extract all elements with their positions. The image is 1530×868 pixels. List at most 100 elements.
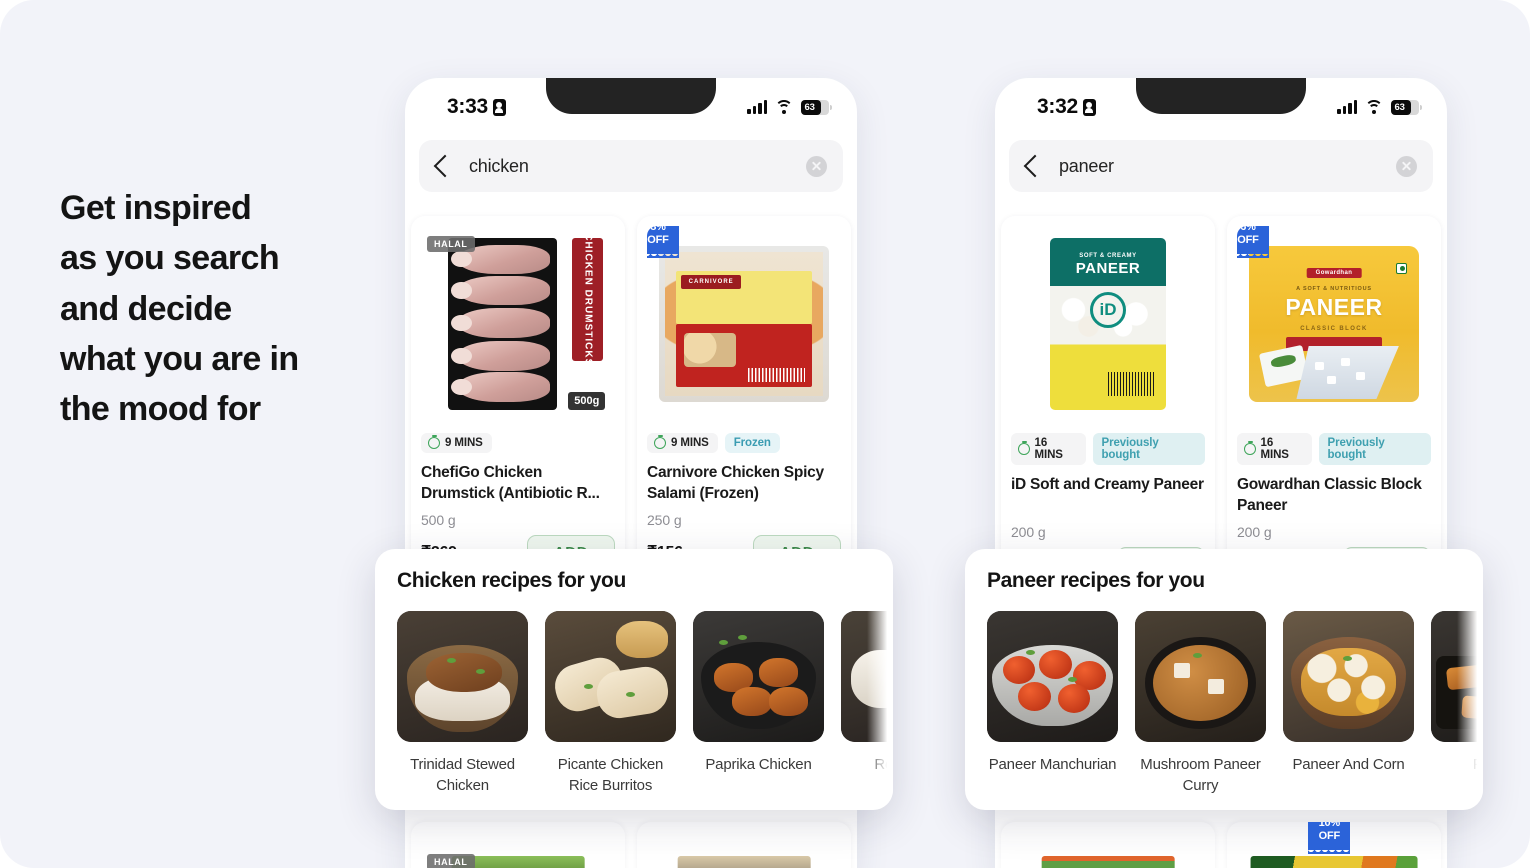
recipe-card[interactable]: Paprika Chicken <box>693 611 824 797</box>
discount-badge: 8% OFF <box>647 226 679 258</box>
veg-mark-icon <box>1396 262 1408 274</box>
product-card[interactable]: 10% OFF <box>1227 822 1441 868</box>
recipe-thumbnail <box>1135 611 1266 742</box>
product-card[interactable]: 8% OFF CARNIVORE 9 MINS Frozen Carnivore… <box>637 216 851 577</box>
recipe-name: Paprika Chicken <box>705 756 812 773</box>
status-time: 3:33 <box>447 95 488 118</box>
recipe-name: Red C Cu <box>874 756 893 773</box>
cellular-signal-icon <box>1337 100 1357 114</box>
delivery-time-label: 9 MINS <box>671 437 709 449</box>
timer-icon <box>1244 440 1256 455</box>
back-chevron-icon[interactable] <box>433 154 457 178</box>
pack-label: CARNIVORE <box>681 274 742 289</box>
status-clock-group: 3:33 <box>447 95 506 119</box>
product-card[interactable]: SOFT & CREAMY PANEER iD 16 MINS Previous… <box>1001 216 1215 589</box>
battery-percent: 63 <box>804 101 815 113</box>
product-image: 8% OFF CARNIVORE <box>647 226 841 422</box>
product-title: Carnivore Chicken Spicy Salami (Frozen) <box>647 464 824 502</box>
recipe-carousel[interactable]: Paneer Manchurian Mushroom Paneer Curry … <box>987 611 1483 797</box>
recipe-suggestions-panel-paneer: Paneer recipes for you Paneer Manchurian… <box>965 549 1483 810</box>
product-card[interactable] <box>637 822 851 868</box>
status-indicators: 63 <box>747 99 832 115</box>
recipe-card[interactable]: Mushroom Paneer Curry <box>1135 611 1266 797</box>
product-grid-next-row: 10% OFF <box>1001 822 1441 868</box>
product-title: Gowardhan Classic Block Paneer <box>1237 476 1422 514</box>
recipe-carousel[interactable]: Trinidad Stewed Chicken Picante Chicken … <box>397 611 893 797</box>
timer-icon <box>428 434 440 449</box>
recipe-card[interactable]: Picante Chicken Rice Burritos <box>545 611 676 797</box>
search-bar-wrap: chicken <box>405 140 857 192</box>
search-input[interactable]: chicken <box>469 156 792 177</box>
recipe-card[interactable]: Red C Cu <box>841 611 893 797</box>
product-card[interactable]: HALAL CHICKEN DRUMSTICKS 500g 9 MINS Che… <box>411 216 625 577</box>
product-tag: Frozen <box>724 433 780 453</box>
discount-badge: 6% OFF <box>1237 226 1269 258</box>
recipe-card[interactable]: Trinidad Stewed Chicken <box>397 611 528 797</box>
clear-circle-icon[interactable] <box>1396 155 1417 177</box>
timer-icon <box>1018 440 1030 455</box>
product-image: 6% OFF Gowardhan A SOFT & NUTRITIOUS PANE… <box>1237 226 1431 422</box>
recipe-thumbnail <box>545 611 676 742</box>
product-tag: Previously bought <box>1092 433 1205 465</box>
back-chevron-icon[interactable] <box>1023 154 1047 178</box>
headline-line-4: what you are in <box>60 339 299 378</box>
status-bar: 3:33 63 <box>405 78 857 136</box>
product-badges: 16 MINS Previously bought <box>1011 433 1205 465</box>
recipe-suggestions-panel-chicken: Chicken recipes for you Trinidad Stewed … <box>375 549 893 810</box>
recipe-thumbnail <box>693 611 824 742</box>
recipe-panel-title: Chicken recipes for you <box>397 569 626 592</box>
page-headline: Get inspired as you search and decide wh… <box>60 183 390 435</box>
wifi-icon <box>1365 100 1383 114</box>
delivery-time-badge: 9 MINS <box>647 433 718 453</box>
headline-line-1: Get inspired <box>60 189 252 227</box>
recipe-card[interactable]: Paneer Manchurian <box>987 611 1118 797</box>
product-quantity: 500 g <box>421 512 456 528</box>
recipe-name: Picante Chicken Rice Burritos <box>557 756 664 795</box>
status-clock-group: 3:32 <box>1037 95 1096 119</box>
wifi-icon <box>775 100 793 114</box>
product-card[interactable]: HALAL <box>411 822 625 868</box>
delivery-time-badge: 16 MINS <box>1011 433 1086 465</box>
recipe-name: Paneer And Corn <box>1292 756 1405 773</box>
product-image: HALAL CHICKEN DRUMSTICKS 500g <box>421 226 615 422</box>
battery-icon: 63 <box>1391 99 1422 115</box>
product-image <box>677 856 811 868</box>
status-bar: 3:32 63 <box>995 78 1447 136</box>
search-bar[interactable]: paneer <box>1009 140 1433 192</box>
product-tag: Previously bought <box>1318 433 1431 465</box>
recipe-name: Trinidad Stewed Chicken <box>410 756 515 795</box>
recipe-card[interactable]: Paneer And Corn <box>1283 611 1414 797</box>
promo-canvas: Get inspired as you search and decide wh… <box>0 0 1530 868</box>
recipe-thumbnail <box>841 611 893 742</box>
product-image <box>1041 856 1175 868</box>
delivery-time-label: 16 MINS <box>1034 437 1063 461</box>
id-paneer-pack-art: SOFT & CREAMY PANEER iD <box>1011 226 1205 422</box>
product-title: iD Soft and Creamy Paneer <box>1011 476 1204 493</box>
halal-badge: HALAL <box>427 854 475 868</box>
product-badges: 9 MINS Frozen <box>647 433 841 453</box>
timer-icon <box>654 434 666 449</box>
battery-percent: 63 <box>1394 101 1405 113</box>
product-image: SOFT & CREAMY PANEER iD <box>1011 226 1205 422</box>
recipe-thumbnail <box>1431 611 1483 742</box>
headline-line-5: the mood for <box>60 390 261 429</box>
recipe-card[interactable]: Paneer <box>1431 611 1483 797</box>
search-bar[interactable]: chicken <box>419 140 843 192</box>
product-badges: 9 MINS <box>421 433 615 453</box>
recipe-thumbnail <box>397 611 528 742</box>
pack-label: SOFT & CREAMY <box>1079 253 1137 260</box>
product-card[interactable] <box>1001 822 1215 868</box>
delivery-time-label: 16 MINS <box>1260 437 1289 461</box>
recipe-name: Paneer <box>1472 756 1483 773</box>
headline-line-2: as you search <box>60 239 280 278</box>
lock-portrait-icon <box>1082 98 1096 116</box>
drumstick-pack-art: CHICKEN DRUMSTICKS 500g <box>421 226 615 422</box>
discount-badge: 10% OFF <box>1308 822 1351 854</box>
battery-icon: 63 <box>801 99 832 115</box>
clear-circle-icon[interactable] <box>806 155 827 177</box>
product-image <box>1250 856 1418 868</box>
delivery-time-badge: 16 MINS <box>1237 433 1312 465</box>
product-card[interactable]: 6% OFF Gowardhan A SOFT & NUTRITIOUS PANE… <box>1227 216 1441 589</box>
lock-portrait-icon <box>492 98 506 116</box>
search-input[interactable]: paneer <box>1059 156 1382 177</box>
